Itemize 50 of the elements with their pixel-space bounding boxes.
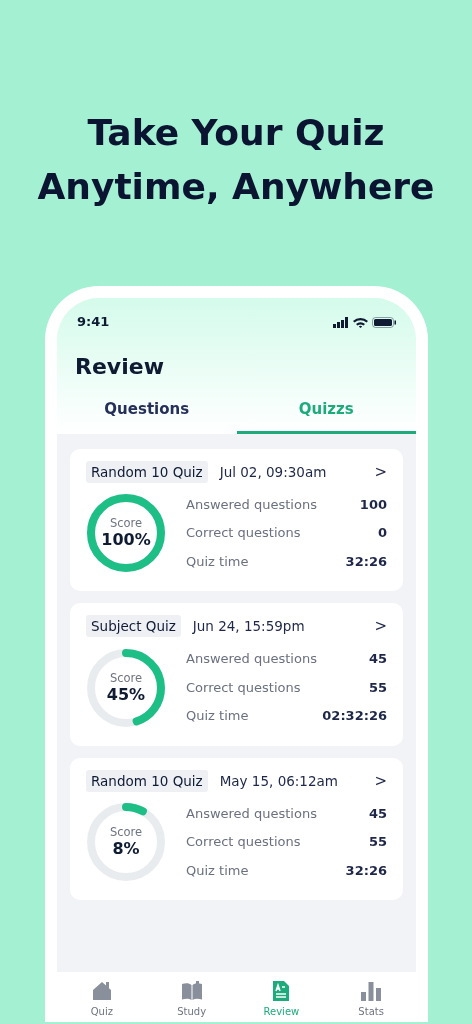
signal-icon [333, 316, 349, 328]
score-value: 45% [106, 684, 146, 705]
stat-value: 32:26 [345, 861, 387, 880]
headline: Take Your Quiz [87, 111, 385, 155]
stat-label: Answered questions [186, 650, 317, 669]
stat-value: 55 [368, 678, 387, 697]
stat-label: Correct questions [186, 524, 301, 543]
nav-tab[interactable]: Quiz [57, 980, 147, 1022]
quiz-card[interactable]: Random 10 Quiz Jul 02, 09:30am > Score 100% Answered questions 100 Correct questions 0 Quiz time 32:26 [70, 448, 403, 591]
stat-label: Quiz time [186, 552, 249, 571]
quiz-date: Jun 24, 15:59pm [192, 617, 305, 637]
chevron-icon[interactable]: > [374, 769, 387, 792]
home-icon [90, 980, 113, 1002]
chevron-icon[interactable]: > [374, 460, 387, 483]
stat-value: 45 [368, 650, 387, 669]
quiz-date: Jul 02, 09:30am [219, 462, 327, 482]
stat-value: 32:26 [345, 552, 387, 571]
score-label: Score [109, 516, 143, 530]
nav-tab[interactable]: Study [146, 980, 237, 1022]
stat-value: 100 [359, 495, 387, 514]
score-value: 100% [101, 530, 151, 550]
tab[interactable]: Questions [57, 390, 237, 434]
book-icon [180, 980, 203, 1002]
quiz-type-tag: Random 10 Quiz [86, 769, 208, 792]
stat-label: Answered questions [186, 804, 317, 823]
quiz-card[interactable]: Random 10 Quiz May 15, 06:12am > Score 8% Answered questions 45 Correct questions 55 Quiz time 32:26 [70, 757, 403, 900]
stat-value: 45 [368, 804, 387, 823]
score-label: Score [109, 825, 143, 839]
stat-label: Quiz time [186, 707, 249, 726]
score-value: 8% [112, 839, 140, 859]
nav-tab[interactable]: Stats [326, 980, 416, 1022]
stat-label: Correct questions [186, 678, 301, 697]
quiz-type-tag: Random 10 Quiz [86, 460, 208, 483]
bar-chart-icon [360, 980, 383, 1002]
battery-icon [372, 316, 396, 328]
stat-label: Correct questions [186, 833, 301, 852]
stat-value: 02:32:26 [322, 707, 387, 726]
quiz-card[interactable]: Subject Quiz Jun 24, 15:59pm > Score 45% Answered questions 45 Correct questions 55 Quiz time 02:32:26 [70, 603, 403, 746]
chevron-icon[interactable]: > [374, 615, 387, 638]
wifi-icon [353, 316, 368, 328]
score-label: Score [109, 670, 143, 685]
stat-label: Answered questions [186, 495, 317, 514]
quiz-type-tag: Subject Quiz [86, 615, 181, 638]
status-time: 9:41 [77, 313, 110, 332]
stat-value: 0 [377, 524, 387, 543]
quiz-date: May 15, 06:12am [219, 771, 338, 791]
stat-value: 55 [368, 833, 387, 852]
headline: Anytime, Anywhere [37, 165, 435, 209]
page-title: Review [75, 353, 165, 381]
stat-label: Quiz time [186, 861, 249, 880]
